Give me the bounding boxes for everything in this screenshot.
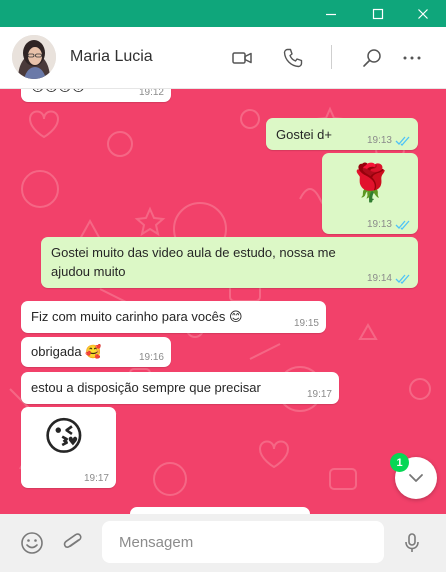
contact-name[interactable]: Maria Lucia [70,48,153,66]
message-text: estou a disposição sempre que precisar [31,380,261,395]
message-bubble-incoming [130,507,310,514]
message-meta: 19:14 [367,273,411,284]
chat-header: Maria Lucia [0,27,446,89]
composer-bar [0,514,446,572]
minimize-icon [326,13,336,15]
voice-call-button[interactable] [279,44,307,72]
message-time: 19:13 [366,135,392,146]
message-bubble-incoming[interactable]: estou a disposição sempre que precisar 1… [21,372,339,404]
message-text: Fiz com muito carinho para vocês 😊 [31,309,243,324]
attach-button[interactable] [59,529,87,557]
unread-badge: 1 [390,453,409,472]
minimize-button[interactable] [308,0,354,27]
message-bubble-outgoing[interactable]: 🌹 19:13 [322,153,418,234]
message-time: 19:17 [83,473,109,484]
message-bubble-incoming[interactable]: 😘😘😘😘 19:12 [21,89,171,102]
message-bubble-outgoing[interactable]: Gostei muito das video aula de estudo, n… [41,237,418,288]
message-meta: 19:13 [367,135,411,146]
message-time: 19:13 [366,219,392,230]
kiss-emoji: 😘 [43,415,85,459]
window-titlebar [0,0,446,27]
maximize-icon [372,8,384,19]
video-call-button[interactable] [228,44,256,72]
rose-emoji: 🌹 [348,162,393,203]
emoji-button[interactable] [18,529,46,557]
microphone-icon [405,533,419,552]
search-icon [363,49,381,67]
more-options-icon [403,56,421,60]
close-icon [418,8,428,19]
message-emoji: 😘😘😘😘 [31,89,85,95]
close-button[interactable] [400,0,446,27]
message-meta: 19:17 [307,389,332,400]
video-call-icon [232,52,252,64]
message-text: obrigada 🥰 [31,344,102,359]
chevron-down-icon [409,474,423,482]
message-bubble-incoming[interactable]: 😘 19:17 [21,407,116,488]
emoji-icon [21,532,43,554]
chat-area[interactable]: 😘😘😘😘 19:12 Gostei d+ 19:13 🌹 19:13 Goste… [0,89,446,514]
message-text: Gostei muito das video aula de estudo, n… [51,245,336,279]
message-meta: 19:15 [294,318,319,329]
header-divider [331,45,332,69]
voice-call-icon [283,48,303,68]
message-meta: 19:17 [84,473,109,484]
double-check-icon [395,136,410,146]
microphone-button[interactable] [398,529,426,557]
maximize-button[interactable] [355,0,401,27]
message-text: Gostei d+ [276,127,333,142]
message-meta: 19:13 [367,219,411,230]
double-check-icon [395,220,410,230]
message-time: 19:17 [306,389,332,400]
avatar[interactable] [12,35,56,79]
message-bubble-incoming[interactable]: Fiz com muito carinho para vocês 😊 19:15 [21,301,326,333]
more-options-button[interactable] [398,44,426,72]
message-time: 19:12 [138,89,164,98]
message-meta: 19:16 [139,352,164,363]
message-time: 19:16 [138,352,164,363]
message-time: 19:14 [366,273,392,284]
search-button[interactable] [358,44,386,72]
double-check-icon [395,274,410,284]
attach-icon [63,533,82,548]
message-bubble-outgoing[interactable]: Gostei d+ 19:13 [266,118,418,150]
message-input[interactable] [102,521,384,563]
message-time: 19:15 [293,318,319,329]
message-bubble-incoming[interactable]: obrigada 🥰 19:16 [21,337,171,367]
